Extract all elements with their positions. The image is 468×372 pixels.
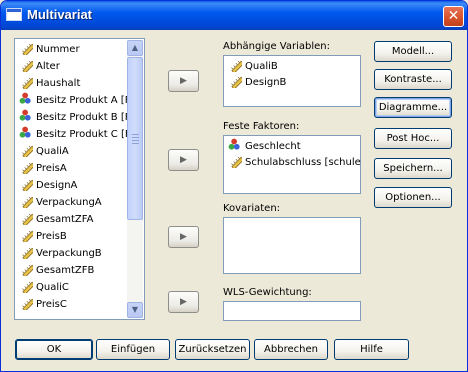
variable-list-item[interactable]: VerpackungB [19,245,102,262]
contrasts-button[interactable]: Kontraste... [374,69,452,90]
fixed-factors-label: Feste Faktoren: [223,121,300,132]
variable-list-item[interactable]: PreisC [19,296,67,313]
nominal-icon [19,92,33,106]
variable-list-item-label: Besitz Produkt A [F [36,95,131,106]
cancel-button[interactable]: Abbrechen [254,339,328,360]
variable-list-item[interactable]: VerpackungA [19,194,102,211]
variable-list-item[interactable]: GesamtZFA [19,211,93,228]
variable-list-item[interactable]: QualiA [19,143,69,160]
nominal-icon [228,138,242,152]
fixed-factor-item[interactable]: Geschlecht [228,138,301,155]
wls-weight-label: WLS-Gewichtung: [223,287,312,298]
variable-list-item[interactable]: Nummer [19,41,80,58]
variable-list-item[interactable]: Besitz Produkt C [F [19,126,131,143]
wls-weight-field[interactable] [223,301,361,321]
dependent-variable-item[interactable]: DesignB [228,74,286,91]
covariates-label: Kovariaten: [223,203,281,214]
variable-list-item-label: PreisC [36,299,67,310]
variable-list-item-label: QualiA [36,146,69,157]
reset-button[interactable]: Zurücksetzen [175,339,250,360]
ruler-icon [228,58,245,74]
variable-list-item-label: Alter [36,61,60,72]
variable-list-item[interactable]: QualiC [19,279,69,296]
scroll-down-button[interactable]: ▼ [127,302,143,318]
multivariat-dialog: Multivariat ✕ Nummer Alter Haushalt Besitz … [0,0,468,372]
dependent-variable-item-label: DesignB [245,77,287,88]
variable-list-scrollbar[interactable]: ▲ ▼ [127,40,143,318]
scroll-up-button[interactable]: ▲ [127,40,143,56]
variable-list-item[interactable]: GesamtZFB [19,262,94,279]
window-title: Multivariat [27,7,93,22]
dependent-variables-label: Abhängige Variablen: [223,41,330,52]
variable-list-item[interactable]: Alter [19,58,60,75]
ruler-icon [19,194,36,210]
variable-list-item-label: Nummer [36,44,80,55]
ruler-icon [19,228,36,244]
ruler-icon [19,262,36,278]
nominal-icon [19,109,33,123]
scroll-thumb[interactable] [127,57,143,220]
model-button[interactable]: Modell... [374,41,452,62]
ruler-icon [19,41,36,57]
variable-list-item-label: Haushalt [36,78,81,89]
move-to-fixed-factors-button[interactable]: ▶ [168,149,199,171]
options-button[interactable]: Optionen... [374,187,452,208]
ok-button[interactable]: OK [15,339,93,360]
ruler-icon [19,296,36,312]
variable-list-item-label: VerpackungA [36,197,102,208]
fixed-factor-item-label: Schulabschluss [schule [245,157,361,168]
nominal-icon [19,126,33,140]
plots-button[interactable]: Diagramme... [374,97,452,118]
variable-list-item-label: Besitz Produkt B [F [36,112,131,123]
ruler-icon [19,245,36,261]
ruler-icon [228,154,245,170]
move-to-dependent-button[interactable]: ▶ [168,70,199,92]
variable-list-item-label: VerpackungB [36,248,102,259]
fixed-factors-list[interactable]: Geschlecht Schulabschluss [schule [223,135,361,194]
variable-list-item[interactable]: Besitz Produkt A [F [19,92,130,109]
variable-list-item-label: PreisA [36,163,67,174]
covariates-list[interactable] [223,217,361,274]
variable-list[interactable]: Nummer Alter Haushalt Besitz Produkt A [F Be… [14,38,145,320]
ruler-icon [228,74,245,90]
dependent-variable-item-label: QualiB [245,61,278,72]
dependent-variable-item[interactable]: QualiB [228,58,278,75]
variable-list-item[interactable]: Haushalt [19,75,80,92]
variable-list-item[interactable]: PreisB [19,228,67,245]
variable-list-item-label: GesamtZFA [36,214,94,225]
variable-list-item-label: Besitz Produkt C [F [36,129,131,140]
ruler-icon [19,58,36,74]
ruler-icon [19,143,36,159]
fixed-factor-item[interactable]: Schulabschluss [schule [228,154,361,171]
move-to-wls-button[interactable]: ▶ [168,291,199,313]
title-bar: Multivariat ✕ [1,1,467,30]
variable-list-item-label: DesignA [36,180,78,191]
ruler-icon [19,177,36,193]
ruler-icon [19,279,36,295]
save-button[interactable]: Speichern... [374,158,452,179]
variable-list-item[interactable]: PreisA [19,160,67,177]
paste-button[interactable]: Einfügen [96,339,170,360]
variable-list-item[interactable]: Besitz Produkt B [F [19,109,130,126]
post-hoc-button[interactable]: Post Hoc... [374,128,452,149]
window-icon [6,8,22,21]
variable-list-item-label: PreisB [36,231,67,242]
ruler-icon [19,211,36,227]
close-button[interactable]: ✕ [443,6,464,27]
help-button[interactable]: Hilfe [334,339,409,360]
fixed-factor-item-label: Geschlecht [245,141,301,152]
ruler-icon [19,160,36,176]
dependent-variables-list[interactable]: QualiB DesignB [223,55,361,107]
variable-list-item-label: QualiC [36,282,69,293]
ruler-icon [19,75,36,91]
variable-list-item-label: GesamtZFB [36,265,95,276]
variable-list-item[interactable]: DesignA [19,177,77,194]
move-to-covariates-button[interactable]: ▶ [168,226,199,248]
